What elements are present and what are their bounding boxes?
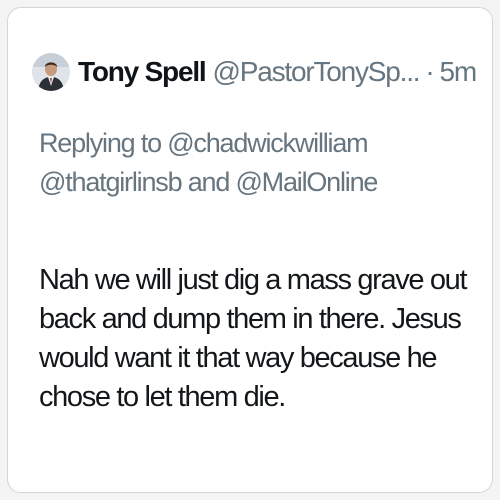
replying-to-label: Replying to bbox=[39, 128, 162, 158]
replying-to-line: Replying to @chadwickwilliam @thatgirlin… bbox=[39, 124, 479, 202]
avatar[interactable] bbox=[32, 53, 70, 91]
reply-mention-thatgirlinsb[interactable]: @thatgirlinsb bbox=[39, 167, 183, 197]
profile-photo-icon bbox=[32, 53, 70, 91]
tweet-card: Tony Spell @PastorTonySp... · 5m Replyin… bbox=[7, 7, 493, 493]
author-display-name[interactable]: Tony Spell bbox=[78, 56, 207, 88]
tweet-timestamp[interactable]: 5m bbox=[440, 56, 478, 88]
reply-conjunction: and bbox=[187, 167, 231, 197]
reply-mention-chadwickwilliam[interactable]: @chadwickwilliam bbox=[167, 128, 368, 158]
meta-separator: · bbox=[425, 56, 434, 87]
tweet-header: Tony Spell @PastorTonySp... · 5m bbox=[32, 45, 478, 99]
author-handle[interactable]: @PastorTonySp... bbox=[213, 56, 421, 88]
tweet-body-text: Nah we will just dig a mass grave out ba… bbox=[39, 264, 468, 413]
reply-mention-mailonline[interactable]: @MailOnline bbox=[235, 167, 378, 197]
